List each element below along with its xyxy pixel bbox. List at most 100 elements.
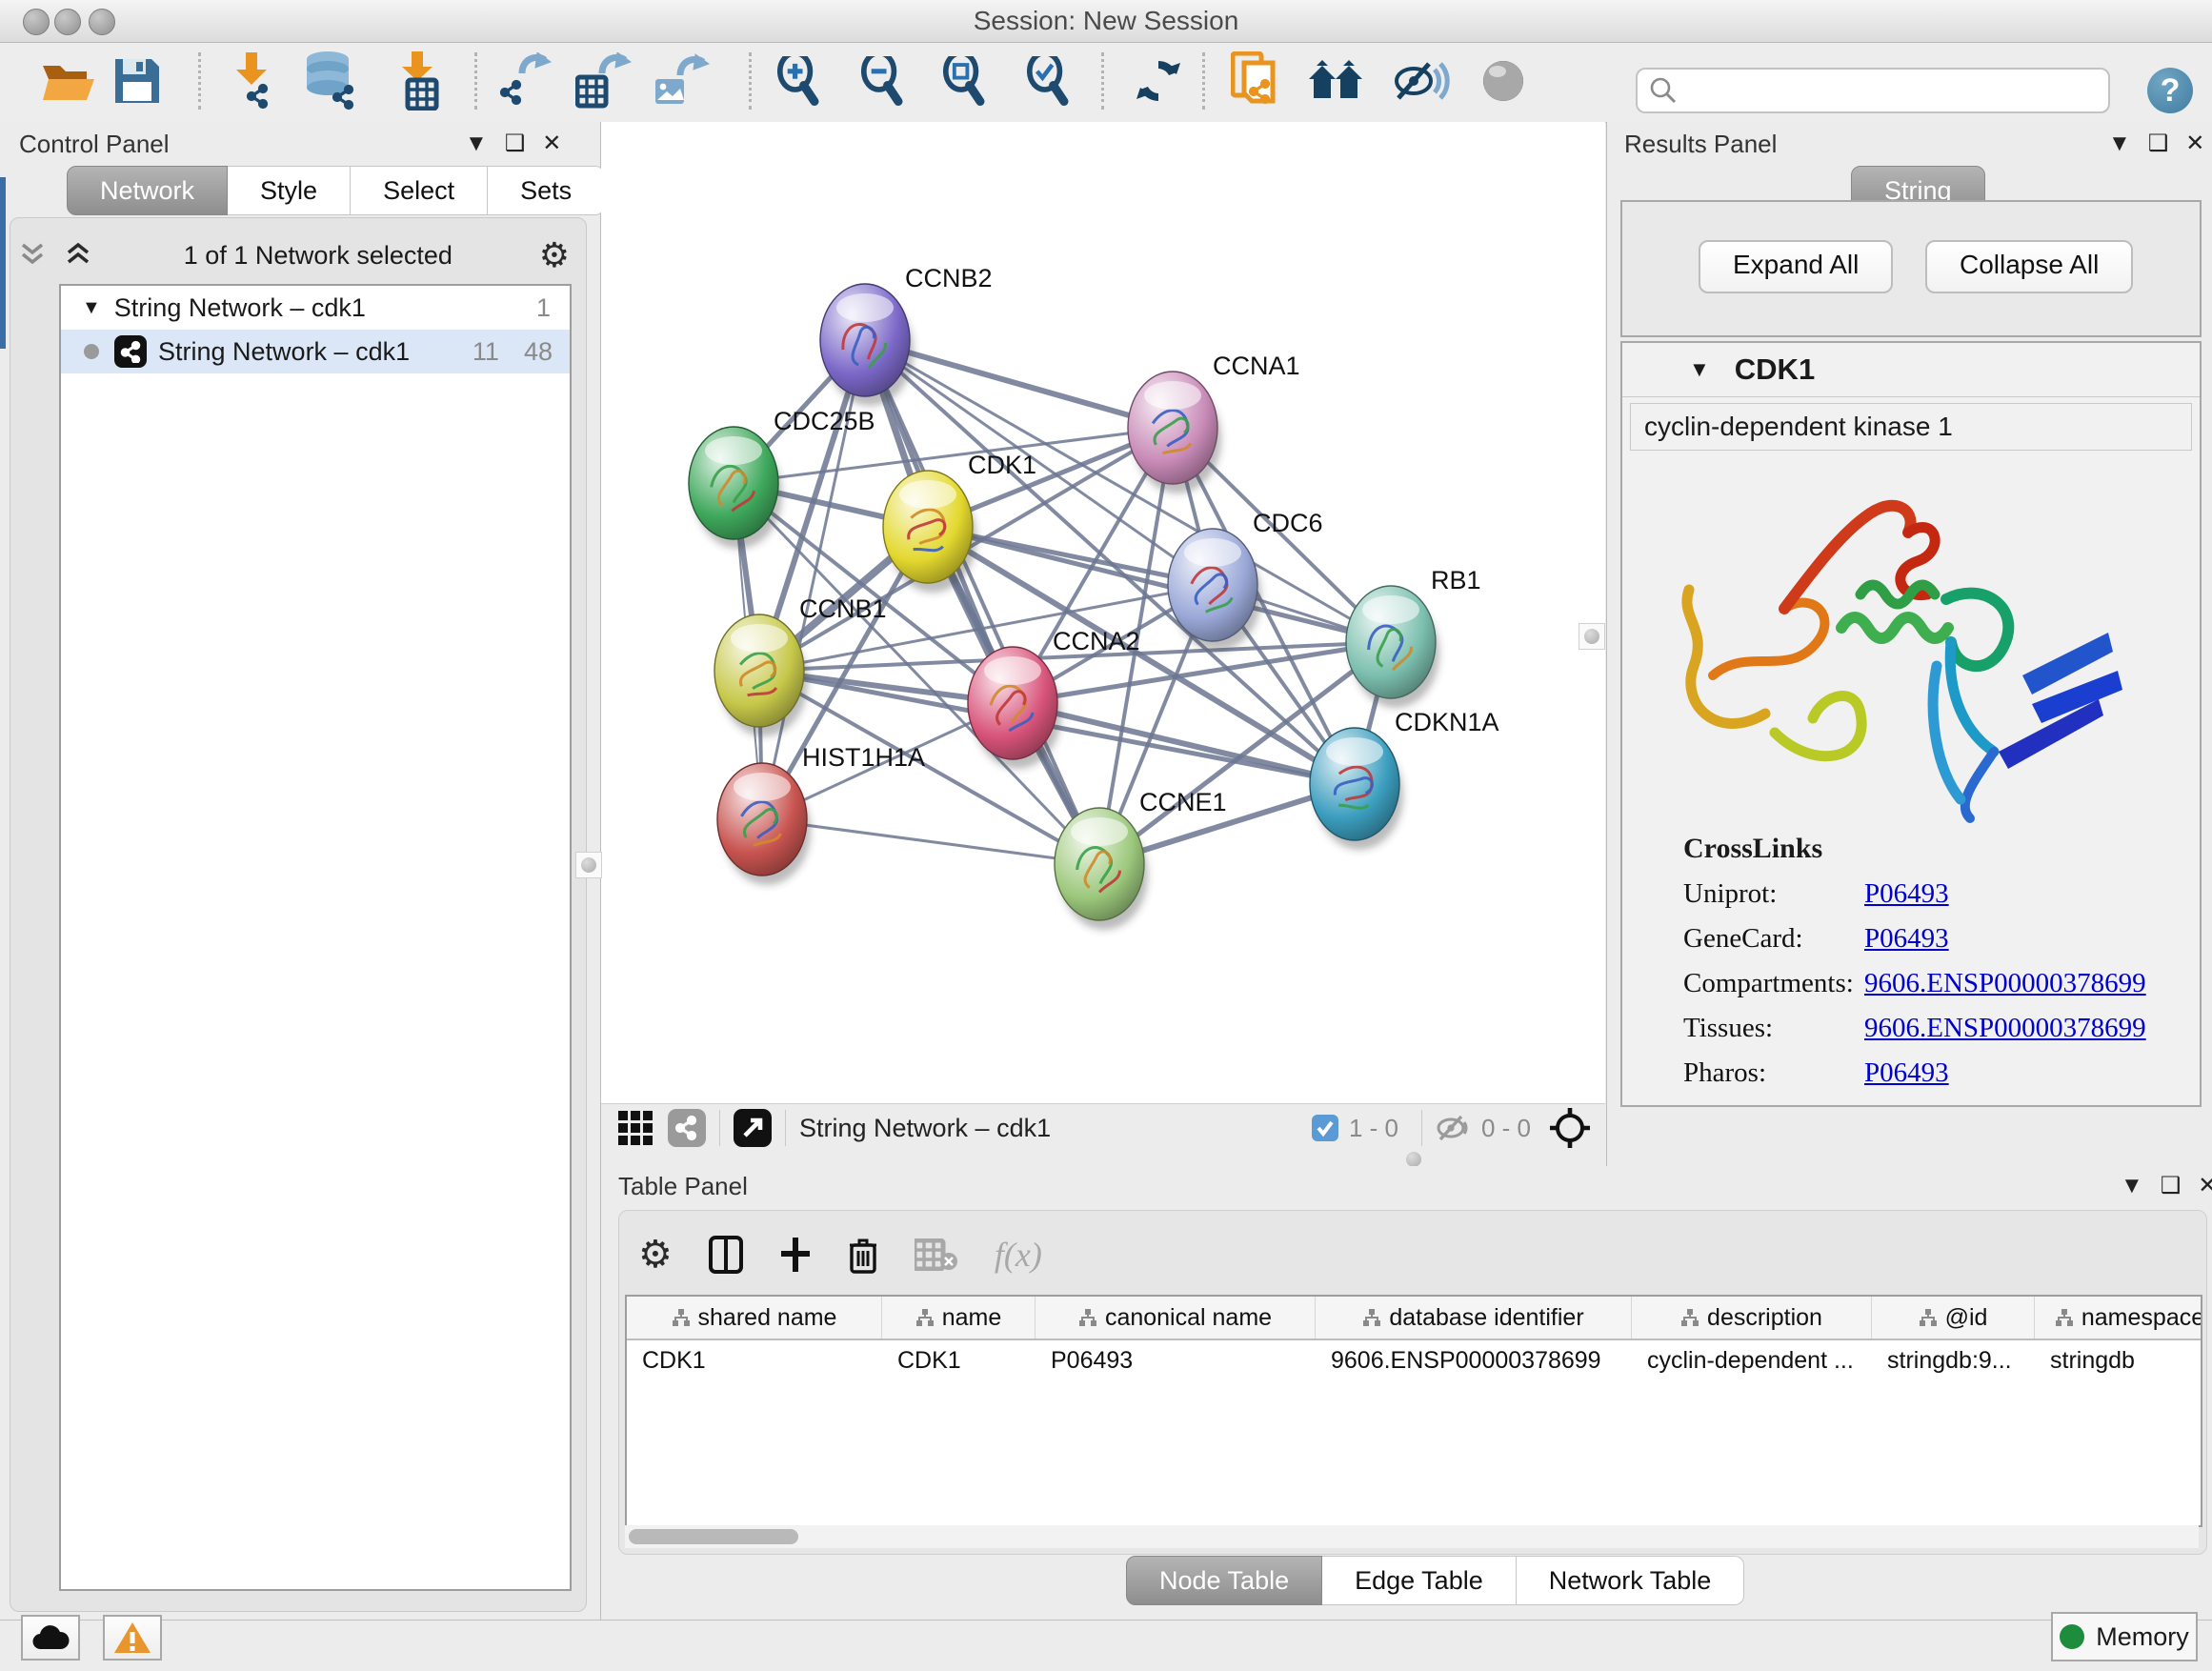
tab-edge-table[interactable]: Edge Table <box>1322 1556 1517 1605</box>
node-CCNA1[interactable]: CCNA1 <box>1128 352 1300 493</box>
tab-network[interactable]: Network <box>67 166 228 215</box>
column-header-database-identifier[interactable]: database identifier <box>1316 1297 1632 1339</box>
column-header-description[interactable]: description <box>1632 1297 1872 1339</box>
zoom-fit-icon[interactable] <box>934 50 995 111</box>
hidden-eye-slash-icon[interactable] <box>1436 1114 1472 1142</box>
gene-expander-icon[interactable]: ▼ <box>1689 357 1710 382</box>
selected-checkbox-icon[interactable] <box>1311 1114 1339 1142</box>
zoom-out-icon[interactable] <box>852 50 913 111</box>
import-network-database-icon[interactable] <box>301 50 362 111</box>
node-CDC6[interactable]: CDC6 <box>1168 509 1323 651</box>
table-options-gear-icon[interactable]: ⚙ <box>638 1233 673 1277</box>
copy-style-icon[interactable] <box>1227 50 1288 111</box>
node-CDKN1A[interactable]: CDKN1A <box>1310 708 1499 850</box>
panel-float-icon[interactable]: ❑ <box>2161 1172 2182 1199</box>
export-table-icon[interactable] <box>573 50 634 111</box>
table-cell[interactable]: CDK1 <box>882 1340 1036 1382</box>
zoom-in-icon[interactable] <box>768 50 829 111</box>
save-session-icon[interactable] <box>107 50 168 111</box>
zoom-selected-icon[interactable] <box>1017 50 1078 111</box>
panel-close-icon[interactable]: ✕ <box>2198 1172 2212 1199</box>
open-session-icon[interactable] <box>38 50 99 111</box>
panel-menu-icon[interactable]: ▼ <box>2108 131 2131 157</box>
edge-CCNB2-CCNE1[interactable] <box>865 340 1099 864</box>
expand-all-button[interactable]: Expand All <box>1699 240 1893 293</box>
export-image-icon[interactable] <box>652 50 713 111</box>
panel-close-icon[interactable]: ✕ <box>542 130 561 157</box>
tab-network-table[interactable]: Network Table <box>1517 1556 1745 1605</box>
network-row[interactable]: String Network – cdk1 11 48 <box>61 330 570 373</box>
help-button[interactable]: ? <box>2147 68 2193 113</box>
collapse-all-icon[interactable] <box>19 241 51 270</box>
table-cell[interactable]: cyclin-dependent ... <box>1632 1340 1872 1382</box>
crosslink-link[interactable]: 9606.ENSP00000378699 <box>1864 968 2146 999</box>
crosslink-link[interactable]: 9606.ENSP00000378699 <box>1864 1013 2146 1044</box>
delete-row-icon[interactable] <box>848 1236 878 1274</box>
panel-float-icon[interactable]: ❑ <box>2148 130 2169 157</box>
collapse-all-button[interactable]: Collapse All <box>1925 240 2133 293</box>
column-header-namespace[interactable]: namespace <box>2035 1297 2202 1339</box>
crosslink-link[interactable]: P06493 <box>1864 1057 1949 1089</box>
node-RB1[interactable]: RB1 <box>1346 566 1481 708</box>
tab-style[interactable]: Style <box>228 166 351 215</box>
string-view-icon[interactable] <box>668 1109 706 1147</box>
scrollbar-thumb[interactable] <box>629 1529 798 1544</box>
birds-eye-view-icon[interactable] <box>616 1109 654 1147</box>
table-cell[interactable]: stringdb:9... <box>1872 1340 2035 1382</box>
fit-selected-crosshair-icon[interactable] <box>1548 1106 1592 1150</box>
column-header-canonical-name[interactable]: canonical name <box>1036 1297 1316 1339</box>
table-horizontal-scrollbar[interactable] <box>625 1525 2199 1548</box>
toolbar-separator <box>719 1110 720 1146</box>
search-input[interactable] <box>1678 75 2081 107</box>
application-window: Session: New Session <box>0 0 2212 1671</box>
table-row[interactable]: CDK1CDK1P064939606.ENSP00000378699cyclin… <box>627 1340 2201 1382</box>
table-cell[interactable]: 9606.ENSP00000378699 <box>1316 1340 1632 1382</box>
table-cell[interactable]: P06493 <box>1036 1340 1316 1382</box>
panel-menu-icon[interactable]: ▼ <box>465 131 488 157</box>
crosslink-link[interactable]: P06493 <box>1864 878 1949 910</box>
crosslink-row: Uniprot:P06493 <box>1683 878 2200 910</box>
apply-layout-icon[interactable] <box>1128 50 1189 111</box>
tab-sets[interactable]: Sets <box>488 166 605 215</box>
export-network-icon[interactable] <box>495 50 556 111</box>
function-builder-icon[interactable]: f(x) <box>995 1235 1042 1275</box>
node-CCNA2[interactable]: CCNA2 <box>968 627 1140 769</box>
node-CCNB2[interactable]: CCNB2 <box>820 264 993 406</box>
node-label-CCNA2: CCNA2 <box>1053 627 1140 655</box>
panel-float-icon[interactable]: ❑ <box>505 130 526 157</box>
tab-node-table[interactable]: Node Table <box>1126 1556 1322 1605</box>
panel-menu-icon[interactable]: ▼ <box>2121 1173 2143 1199</box>
expand-all-icon[interactable] <box>65 241 97 270</box>
open-in-new-window-icon[interactable] <box>734 1109 772 1147</box>
node-HIST1H1A[interactable]: HIST1H1A <box>717 743 925 885</box>
crosslink-link[interactable]: P06493 <box>1864 923 1949 955</box>
edge-CCNE1-HIST1H1A[interactable] <box>762 819 1099 864</box>
options-gear-icon[interactable]: ⚙ <box>539 235 570 275</box>
collection-expander-icon[interactable]: ▼ <box>82 297 101 319</box>
string-home-icon[interactable] <box>1307 50 1368 111</box>
column-header-@id[interactable]: @id <box>1872 1297 2035 1339</box>
import-table-icon[interactable] <box>389 50 450 111</box>
crosslink-row: Compartments:9606.ENSP00000378699 <box>1683 968 2200 999</box>
node-CCNE1[interactable]: CCNE1 <box>1055 788 1227 930</box>
import-network-file-icon[interactable] <box>221 50 282 111</box>
right-splitter-handle[interactable] <box>1579 623 1605 650</box>
show-glass-ball-icon[interactable] <box>1473 50 1534 111</box>
cloud-button[interactable] <box>21 1615 80 1661</box>
column-header-shared-name[interactable]: shared name <box>627 1297 882 1339</box>
enhance-labels-icon[interactable] <box>1391 50 1452 111</box>
clear-table-icon[interactable] <box>915 1238 958 1271</box>
toolbar-separator <box>785 1110 786 1146</box>
table-cell[interactable]: CDK1 <box>627 1340 882 1382</box>
network-collection-row[interactable]: ▼ String Network – cdk1 1 <box>61 286 570 330</box>
memory-button[interactable]: Memory <box>2051 1612 2198 1661</box>
panel-close-icon[interactable]: ✕ <box>2185 130 2204 157</box>
show-columns-icon[interactable] <box>709 1236 743 1274</box>
network-canvas[interactable]: CCNB2CCNA1CDC25BCDK1CDC6RB1CCNB1CCNA2CDK… <box>601 122 1605 1103</box>
table-cell[interactable]: stringdb <box>2035 1340 2202 1382</box>
tab-select[interactable]: Select <box>351 166 488 215</box>
column-header-name[interactable]: name <box>882 1297 1036 1339</box>
add-row-icon[interactable] <box>779 1236 812 1274</box>
left-splitter-handle[interactable] <box>575 852 602 878</box>
warning-button[interactable] <box>103 1615 162 1661</box>
